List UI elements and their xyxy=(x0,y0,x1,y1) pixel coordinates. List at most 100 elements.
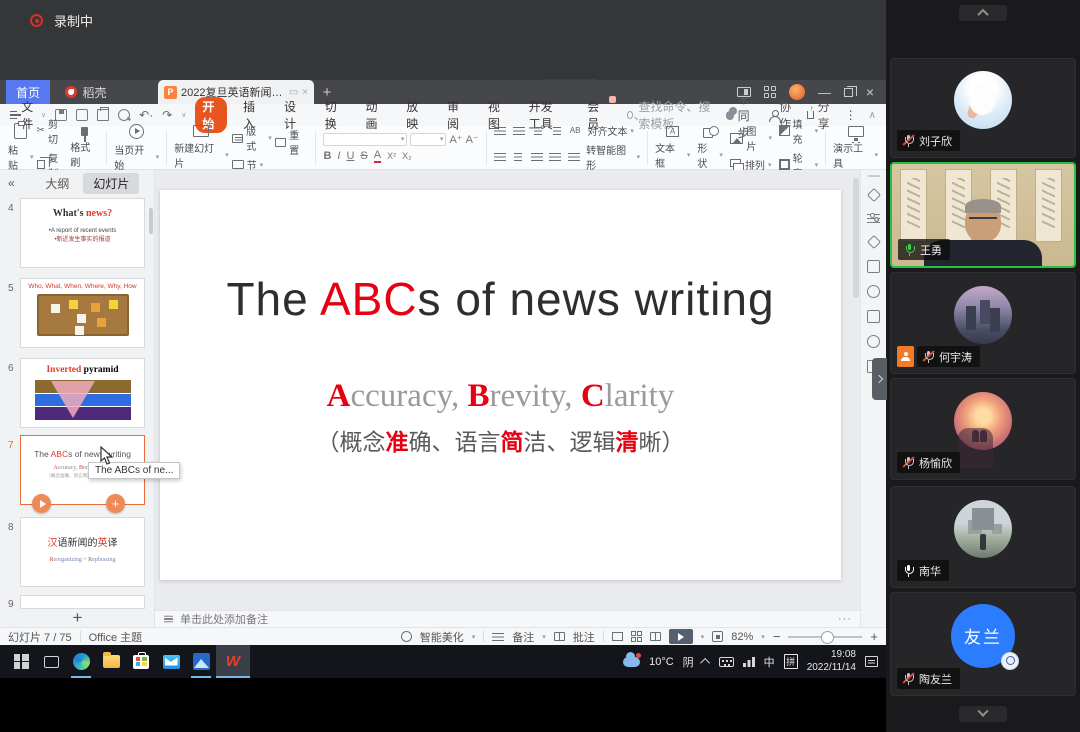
menu-tab-review[interactable]: 审阅 xyxy=(440,97,472,133)
tab-close-icon[interactable]: × xyxy=(302,87,308,98)
paste-button[interactable]: 粘贴▾ xyxy=(8,123,34,172)
edge-browser-button[interactable] xyxy=(66,645,96,678)
save-icon[interactable] xyxy=(55,109,67,121)
tab-slides[interactable]: 幻灯片 xyxy=(83,173,139,194)
presentation-tools-button[interactable]: 演示工具▾ xyxy=(833,126,878,170)
slide-scrollbar[interactable] xyxy=(853,178,859,298)
scroll-down-button[interactable] xyxy=(959,706,1007,722)
save-as-icon[interactable] xyxy=(76,109,88,121)
zoom-level[interactable]: 82% xyxy=(731,631,753,643)
tray-expand-icon[interactable] xyxy=(700,658,710,668)
taskbar-clock[interactable]: 19:08 2022/11/14 xyxy=(807,649,856,674)
new-slide-button[interactable]: 新建幻灯片▾ xyxy=(174,125,228,170)
tab-docer[interactable]: 稻壳 xyxy=(50,80,122,104)
slide-thumbnail-4[interactable]: What's news? •A report of recent events•… xyxy=(20,198,145,268)
menu-tab-animation[interactable]: 动画 xyxy=(359,97,391,133)
font-color-button[interactable]: A xyxy=(374,150,381,163)
smart-beautify-button[interactable]: 智能美化 xyxy=(420,629,464,645)
bold-button[interactable]: B xyxy=(323,150,331,162)
font-size-select[interactable]: ▾ xyxy=(410,133,446,146)
print-preview-icon[interactable] xyxy=(118,109,130,121)
mail-button[interactable] xyxy=(156,645,186,678)
weather-cloud-icon[interactable] xyxy=(623,657,640,667)
participant-tile[interactable]: 刘子欣 xyxy=(890,58,1076,158)
action-center-icon[interactable] xyxy=(865,656,878,667)
participant-tile[interactable]: 何宇涛 xyxy=(890,272,1076,374)
wps-taskbar-button[interactable]: W xyxy=(216,645,250,678)
sidebar-collapse-handle[interactable] xyxy=(872,358,887,400)
ms-store-button[interactable] xyxy=(126,645,156,678)
increase-indent-icon[interactable] xyxy=(551,126,563,136)
task-view-button[interactable] xyxy=(36,645,66,678)
to-smartart-button[interactable]: 转智能图形▾ xyxy=(586,142,640,172)
reading-view-icon[interactable] xyxy=(650,632,661,641)
resources-box-icon[interactable] xyxy=(867,310,880,323)
font-family-select[interactable]: ▾ xyxy=(323,133,407,146)
justify-icon[interactable] xyxy=(549,152,560,162)
weather-temp[interactable]: 10°C xyxy=(649,656,674,668)
sorter-view-icon[interactable] xyxy=(631,631,642,642)
format-painter-button[interactable]: 格式刷 xyxy=(70,127,99,169)
network-signal-icon[interactable] xyxy=(743,657,755,667)
notes-toggle[interactable]: 备注 xyxy=(512,629,534,645)
tab-outline[interactable]: 大纲 xyxy=(35,173,79,194)
beautify-rocket-icon[interactable] xyxy=(866,188,880,202)
slide-thumbnail-9[interactable] xyxy=(20,595,145,609)
comments-toggle[interactable]: 批注 xyxy=(573,629,595,645)
participant-tile-speaking[interactable]: 王勇 xyxy=(890,162,1076,268)
more-menu-icon[interactable]: ⋮ xyxy=(845,108,857,122)
bullet-list-icon[interactable] xyxy=(494,126,506,136)
slide-thumbnail-8[interactable]: 汉语新闻的英译 Reorganizing + Rephrasing xyxy=(20,517,145,587)
zoom-slider[interactable] xyxy=(788,636,862,638)
underline-button[interactable]: U xyxy=(346,150,354,162)
zoom-in-button[interactable]: + xyxy=(870,629,878,644)
navigate-compass-icon[interactable] xyxy=(867,335,880,348)
picture-button[interactable]: 图片▾ xyxy=(730,123,772,153)
undo-icon[interactable]: ↶· xyxy=(139,108,153,122)
numbered-list-icon[interactable] xyxy=(513,126,525,136)
reset-button[interactable]: 重置 xyxy=(275,127,309,157)
shapes-button[interactable]: 形状▾ xyxy=(697,126,723,170)
participant-tile[interactable]: 南华 xyxy=(890,486,1076,588)
thumbnail-add-button[interactable]: + xyxy=(106,494,125,513)
line-spacing-icon[interactable] xyxy=(568,152,579,162)
slideshow-play-button[interactable] xyxy=(669,629,693,644)
help-clock-icon[interactable] xyxy=(867,285,880,298)
file-explorer-button[interactable] xyxy=(96,645,126,678)
shrink-font-button[interactable]: A⁻ xyxy=(466,133,479,146)
notes-more-icon[interactable]: ··· xyxy=(838,613,852,625)
decrease-indent-icon[interactable] xyxy=(532,126,544,136)
quick-access-caret[interactable]: ∨ xyxy=(181,111,186,119)
zoom-out-button[interactable]: − xyxy=(773,629,781,644)
comments-icon[interactable] xyxy=(554,632,565,641)
thumbnail-play-button[interactable] xyxy=(32,494,51,513)
panel-scrollbar[interactable] xyxy=(149,208,153,234)
photos-app-button[interactable] xyxy=(186,645,216,678)
participant-tile[interactable]: 杨愉欣 xyxy=(890,378,1076,480)
text-direction-button[interactable]: AB xyxy=(570,126,581,135)
print-icon[interactable] xyxy=(97,109,109,121)
participant-tile[interactable]: 友兰 陶友兰 xyxy=(890,592,1076,696)
fill-button[interactable]: 填充▾ xyxy=(779,116,818,146)
touch-keyboard-icon[interactable] xyxy=(719,657,734,667)
scroll-up-button[interactable] xyxy=(959,5,1007,21)
superscript-button[interactable]: X² xyxy=(387,151,396,161)
start-button[interactable] xyxy=(6,645,36,678)
play-from-current-button[interactable]: 当页开始▾ xyxy=(114,124,159,172)
slide-thumbnail-6[interactable]: Inverted pyramid xyxy=(20,358,145,428)
italic-button[interactable]: I xyxy=(337,150,340,162)
restore-button[interactable] xyxy=(844,88,853,97)
normal-view-icon[interactable] xyxy=(612,632,623,641)
redo-icon[interactable]: ↷ xyxy=(162,108,172,122)
collapse-ribbon-icon[interactable]: ∧ xyxy=(869,110,876,121)
notes-toggle-icon[interactable] xyxy=(492,632,504,642)
properties-sliders-icon[interactable] xyxy=(867,213,880,224)
strikethrough-button[interactable]: S xyxy=(360,150,367,162)
subscript-button[interactable]: X₂ xyxy=(402,151,412,161)
panel-collapse-button[interactable]: « xyxy=(8,176,15,190)
fit-slide-icon[interactable] xyxy=(712,631,723,642)
menu-tab-membership[interactable]: 会员 xyxy=(580,97,612,133)
grow-font-button[interactable]: A⁺ xyxy=(449,133,462,146)
split-view-icon[interactable] xyxy=(737,87,751,97)
ime-language[interactable]: 中 xyxy=(764,654,775,670)
